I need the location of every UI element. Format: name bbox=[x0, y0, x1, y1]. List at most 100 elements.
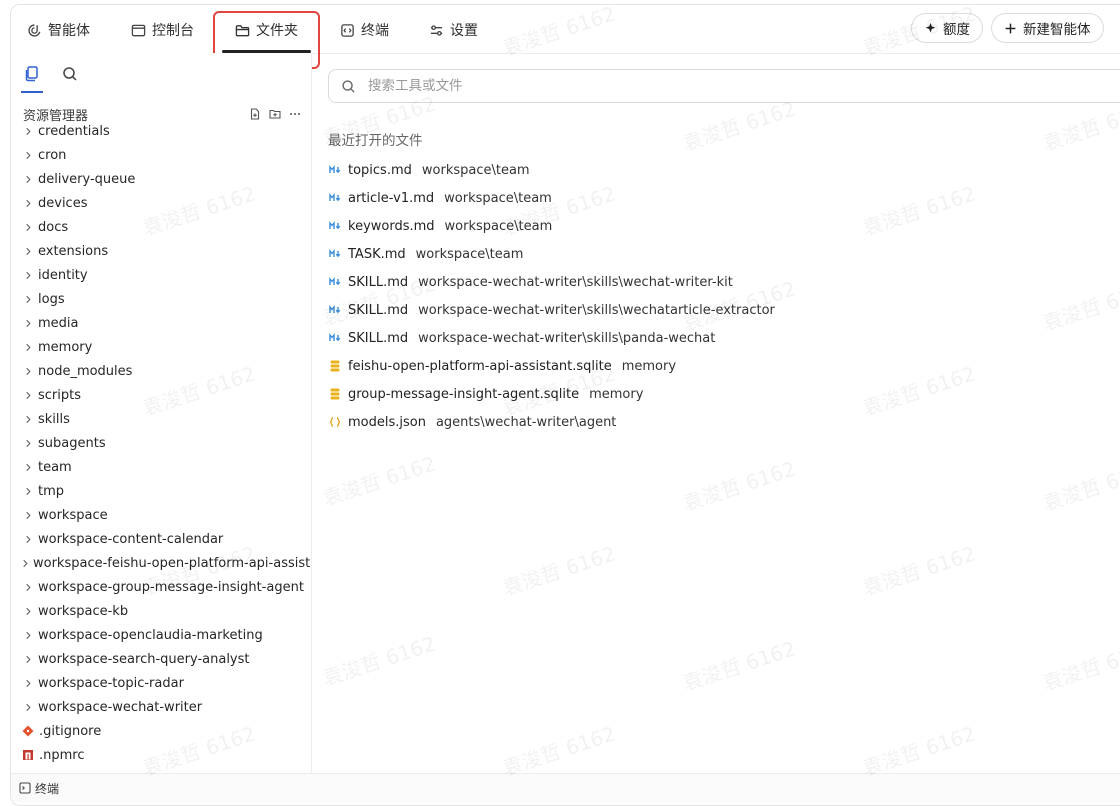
tree-file[interactable]: .npmrc bbox=[11, 743, 311, 767]
tree-folder[interactable]: workspace-feishu-open-platform-api-assis… bbox=[11, 551, 311, 575]
recent-file-item[interactable]: SKILL.md workspace-wechat-writer\skills\w… bbox=[328, 296, 775, 324]
recent-file-item[interactable]: models.json agents\wechat-writer\agent bbox=[328, 408, 775, 436]
recent-file-name: models.json bbox=[348, 414, 426, 430]
tree-folder[interactable]: logs bbox=[11, 287, 311, 311]
markdown-icon bbox=[328, 305, 342, 315]
tree-folder[interactable]: workspace-content-calendar bbox=[11, 527, 311, 551]
new-agent-label: 新建智能体 bbox=[1023, 22, 1091, 38]
file-tree-list: credentials cron delivery-queue devices docs… bbox=[11, 123, 311, 773]
chevron-right-icon bbox=[21, 151, 35, 160]
sidebar: 资源管理器 credentials cron delivery-queue devic… bbox=[11, 53, 312, 773]
tree-item-label: .npmrc bbox=[39, 747, 85, 763]
chevron-right-icon bbox=[21, 391, 35, 400]
tree-folder[interactable]: workspace-search-query-analyst bbox=[11, 647, 311, 671]
tree-folder[interactable]: team bbox=[11, 455, 311, 479]
tree-item-label: tmp bbox=[38, 483, 65, 499]
tree-folder[interactable]: tmp bbox=[11, 479, 311, 503]
tree-item-label: workspace bbox=[38, 507, 108, 523]
chevron-right-icon bbox=[21, 463, 35, 472]
tab-label: 终端 bbox=[361, 23, 389, 39]
chevron-right-icon bbox=[21, 199, 35, 208]
recent-file-path: memory bbox=[621, 358, 677, 374]
tree-folder[interactable]: docs bbox=[11, 215, 311, 239]
tree-folder[interactable]: memory bbox=[11, 335, 311, 359]
tree-folder[interactable]: subagents bbox=[11, 431, 311, 455]
tree-folder[interactable]: extensions bbox=[11, 239, 311, 263]
recent-file-name: TASK.md bbox=[348, 246, 406, 262]
markdown-icon bbox=[328, 249, 342, 259]
recent-file-item[interactable]: SKILL.md workspace-wechat-writer\skills\p… bbox=[328, 324, 775, 352]
chevron-right-icon bbox=[21, 295, 35, 304]
recent-file-item[interactable]: keywords.md workspace\team bbox=[328, 212, 775, 240]
chevron-right-icon bbox=[21, 247, 35, 256]
terminal-toggle[interactable]: 终端 bbox=[19, 780, 59, 797]
tree-item-label: workspace-group-message-insight-agent bbox=[38, 579, 304, 595]
chevron-right-icon bbox=[21, 271, 35, 280]
tree-folder[interactable]: workspace-topic-radar bbox=[11, 671, 311, 695]
tree-item-label: workspace-wechat-writer bbox=[38, 699, 203, 715]
tab-agents[interactable]: 智能体 bbox=[27, 19, 90, 41]
tab-label: 控制台 bbox=[152, 23, 194, 39]
chevron-right-icon bbox=[21, 559, 30, 568]
recent-file-item[interactable]: SKILL.md workspace-wechat-writer\skills\w… bbox=[328, 268, 775, 296]
terminal-label: 终端 bbox=[35, 781, 60, 796]
tree-item-label: memory bbox=[38, 339, 93, 355]
file-tree: credentials cron delivery-queue devices docs… bbox=[11, 123, 311, 773]
recent-file-item[interactable]: feishu-open-platform-api-assistant.sqlit… bbox=[328, 352, 775, 380]
status-bar: 终端 bbox=[11, 773, 1120, 802]
tree-item-label: delivery-queue bbox=[38, 171, 136, 187]
recent-file-item[interactable]: topics.md workspace\team bbox=[328, 156, 775, 184]
markdown-icon bbox=[328, 277, 342, 287]
tree-item-label: skills bbox=[38, 411, 70, 427]
tab-console[interactable]: 控制台 bbox=[131, 19, 194, 41]
recent-file-item[interactable]: TASK.md workspace\team bbox=[328, 240, 775, 268]
tree-item-label: credentials bbox=[38, 123, 110, 139]
settings-icon bbox=[430, 24, 443, 36]
recent-file-item[interactable]: group-message-insight-agent.sqlite memory bbox=[328, 380, 775, 408]
search-input[interactable] bbox=[366, 77, 970, 95]
tree-folder[interactable]: node_modules bbox=[11, 359, 311, 383]
new-file-icon[interactable] bbox=[249, 108, 261, 120]
files-view-button[interactable] bbox=[21, 65, 43, 93]
tree-folder[interactable]: workspace-openclaudia-marketing bbox=[11, 623, 311, 647]
quota-button[interactable]: 额度 bbox=[911, 13, 983, 43]
tree-folder[interactable]: workspace-group-message-insight-agent bbox=[11, 575, 311, 599]
chevron-right-icon bbox=[21, 679, 35, 688]
chevron-right-icon bbox=[21, 343, 35, 352]
tree-folder[interactable]: cron bbox=[11, 143, 311, 167]
tree-folder[interactable]: devices bbox=[11, 191, 311, 215]
search-box[interactable] bbox=[328, 69, 1120, 103]
tree-folder[interactable]: identity bbox=[11, 263, 311, 287]
chevron-right-icon bbox=[21, 535, 35, 544]
new-folder-icon[interactable] bbox=[269, 108, 281, 120]
tree-item-label: logs bbox=[38, 291, 65, 307]
recent-file-item[interactable]: article-v1.md workspace\team bbox=[328, 184, 775, 212]
tree-folder[interactable]: scripts bbox=[11, 383, 311, 407]
sparkle-icon bbox=[925, 22, 936, 33]
markdown-icon bbox=[328, 193, 342, 203]
tree-file[interactable]: .gitignore bbox=[11, 719, 311, 743]
tree-item-label: workspace-topic-radar bbox=[38, 675, 184, 691]
tree-folder[interactable]: credentials bbox=[11, 123, 311, 143]
chevron-right-icon bbox=[21, 583, 35, 592]
recent-file-path: memory bbox=[589, 386, 644, 402]
markdown-icon bbox=[328, 333, 342, 343]
tab-terminal[interactable]: 终端 bbox=[340, 19, 389, 41]
tab-folder[interactable]: 文件夹 bbox=[222, 19, 311, 53]
recent-file-path: workspace-wechat-writer\skills\wechat-wr… bbox=[418, 274, 733, 290]
tree-folder[interactable]: workspace-wechat-writer bbox=[11, 695, 311, 719]
tree-folder[interactable]: workspace-kb bbox=[11, 599, 311, 623]
tree-folder[interactable]: media bbox=[11, 311, 311, 335]
tree-folder[interactable]: delivery-queue bbox=[11, 167, 311, 191]
markdown-icon bbox=[328, 165, 342, 175]
new-agent-button[interactable]: 新建智能体 bbox=[991, 13, 1104, 43]
more-icon[interactable] bbox=[289, 108, 301, 120]
chevron-right-icon bbox=[21, 223, 35, 232]
search-view-button[interactable] bbox=[61, 65, 79, 83]
tree-folder[interactable]: skills bbox=[11, 407, 311, 431]
tree-folder[interactable]: workspace bbox=[11, 503, 311, 527]
recent-file-name: group-message-insight-agent.sqlite bbox=[348, 386, 580, 402]
tab-settings[interactable]: 设置 bbox=[429, 19, 478, 41]
tree-item-label: team bbox=[38, 459, 72, 475]
chevron-right-icon bbox=[21, 703, 35, 712]
